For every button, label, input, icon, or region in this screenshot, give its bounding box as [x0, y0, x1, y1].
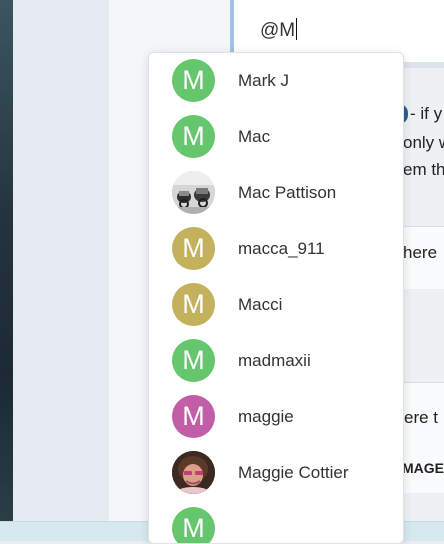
mention-item-name: Mac — [238, 127, 271, 146]
mention-item-name: Mac Pattison — [238, 183, 337, 202]
mention-item-name: madmaxii — [238, 351, 311, 370]
background-text-fragment: only w — [403, 133, 444, 152]
avatar: M — [172, 339, 215, 382]
mention-item-name: macca_911 — [238, 239, 325, 258]
mention-item-name: maggie — [238, 407, 294, 426]
portrait-photo-icon — [172, 451, 215, 494]
background-text-fragment: here — [403, 243, 438, 262]
mention-item[interactable]: Maggie Cottier — [149, 445, 403, 501]
text-caret — [296, 18, 298, 40]
background-text-fragment: - if y — [410, 104, 443, 123]
sidebar-panel — [13, 0, 109, 540]
background-text-fragment: ere t — [404, 408, 439, 427]
background-text-fragment: MAGE — [402, 460, 444, 476]
mention-item[interactable]: M madmaxii — [149, 333, 403, 389]
background-card — [400, 382, 444, 493]
mention-item-name: Mark J — [238, 71, 289, 90]
mention-item[interactable]: M maggie — [149, 389, 403, 445]
background-text-fragment: em th — [403, 160, 444, 179]
mention-item-name: Maggie Cottier — [238, 463, 349, 482]
avatar: M — [172, 227, 215, 270]
avatar-photo — [172, 451, 215, 494]
avatar: M — [172, 395, 215, 438]
motorbikes-photo-icon — [172, 171, 215, 214]
avatar-photo — [172, 171, 215, 214]
mention-item[interactable]: M Mark J — [149, 53, 403, 109]
background-image-strip — [0, 0, 13, 540]
mention-item[interactable]: M macca_911 — [149, 221, 403, 277]
mention-suggestions-dropdown: M Mark J M Mac Mac Pattison M macca_911 — [148, 52, 404, 544]
avatar: M — [172, 115, 215, 158]
mention-item[interactable]: Mac Pattison — [149, 165, 403, 221]
avatar: M — [172, 507, 215, 543]
mention-item[interactable]: M — [149, 501, 403, 543]
avatar: M — [172, 59, 215, 102]
avatar: M — [172, 283, 215, 326]
mention-item-name: Macci — [238, 295, 283, 314]
mention-input-text[interactable]: @M — [260, 18, 298, 42]
mention-item[interactable]: M Macci — [149, 277, 403, 333]
mention-item[interactable]: M Mac — [149, 109, 403, 165]
